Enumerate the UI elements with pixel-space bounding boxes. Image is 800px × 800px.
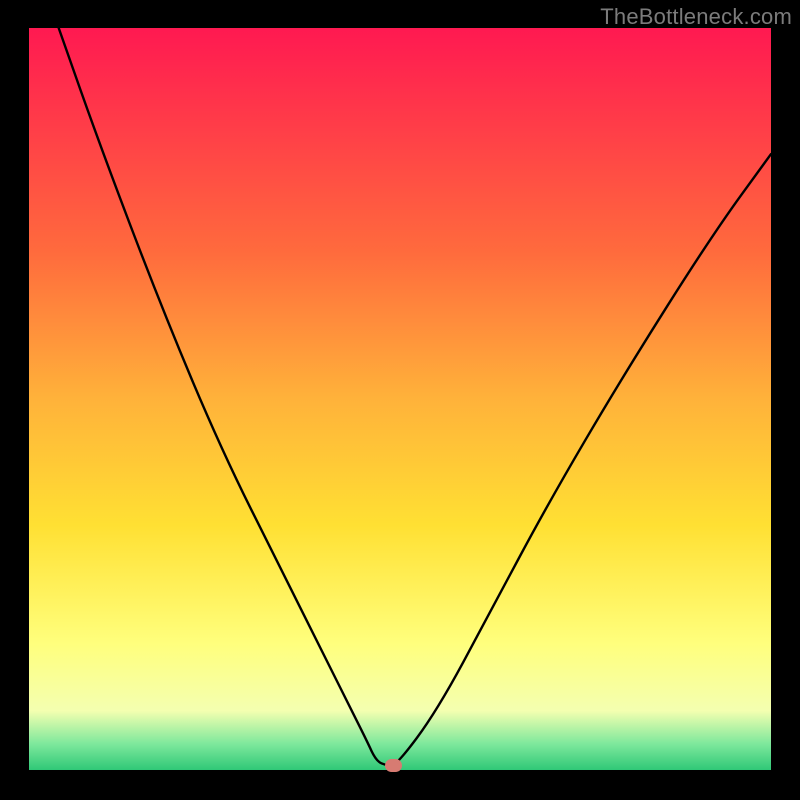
minimum-marker — [385, 759, 402, 772]
bottleneck-curve — [29, 28, 771, 770]
plot-area — [29, 28, 771, 770]
watermark-text: TheBottleneck.com — [600, 4, 792, 30]
chart-frame: TheBottleneck.com — [0, 0, 800, 800]
